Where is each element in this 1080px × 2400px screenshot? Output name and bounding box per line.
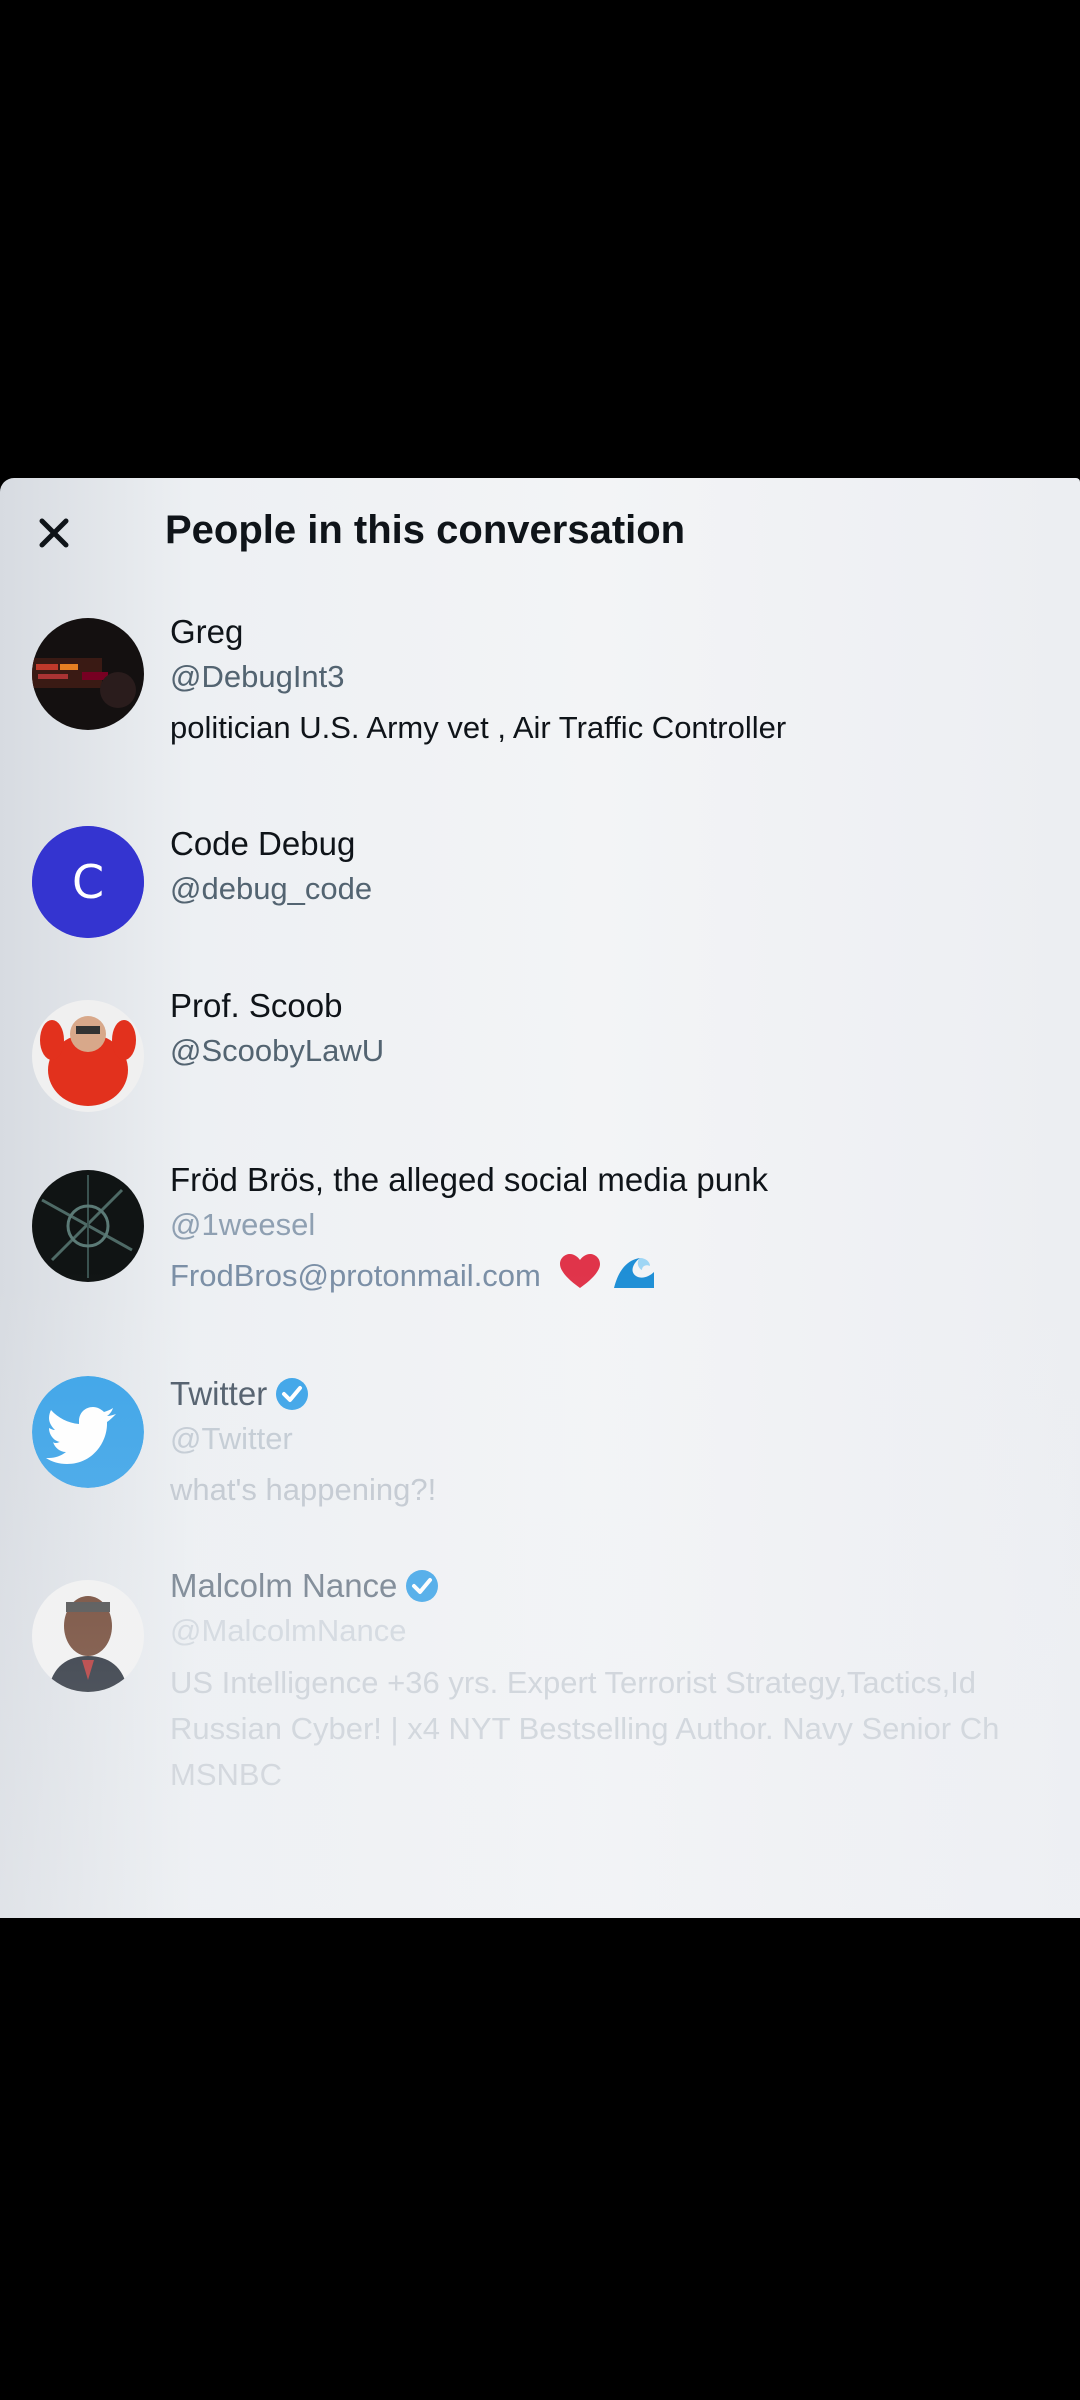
display-name: Prof. Scoob bbox=[170, 987, 343, 1024]
page-title: People in this conversation bbox=[165, 508, 686, 552]
username: @ScoobyLawU bbox=[170, 1033, 385, 1068]
person-info: Twitter @Twitter what's happening?! bbox=[170, 1372, 1080, 1512]
person-row-prof-scoob[interactable]: Prof. Scoob @ScoobyLawU bbox=[0, 987, 1080, 1130]
verified-badge-icon bbox=[406, 1570, 439, 1602]
person-row-code-debug[interactable]: C Code Debug @debug_code bbox=[0, 825, 1080, 956]
verified-badge-icon bbox=[276, 1378, 309, 1410]
person-row-twitter[interactable]: Twitter @Twitter what's happening?! bbox=[0, 1375, 1080, 1556]
avatar[interactable] bbox=[32, 1170, 144, 1282]
avatar[interactable]: C bbox=[32, 826, 144, 938]
username: @1weesel bbox=[170, 1207, 316, 1242]
display-name: Code Debug bbox=[170, 825, 356, 862]
username: @debug_code bbox=[170, 871, 373, 906]
wave-icon bbox=[612, 1254, 656, 1302]
person-info: Greg @DebugInt3 politician U.S. Army vet… bbox=[170, 610, 1080, 750]
username: @MalcolmNance bbox=[170, 1613, 407, 1648]
avatar[interactable] bbox=[32, 1000, 144, 1112]
avatar[interactable] bbox=[32, 618, 144, 730]
people-sheet: People in this conversation Greg @DebugI… bbox=[0, 478, 1080, 1918]
bio: US Intelligence +36 yrs. Expert Terroris… bbox=[170, 1665, 1000, 1792]
bio: what's happening?! bbox=[170, 1472, 437, 1507]
bio: politician U.S. Army vet , Air Traffic C… bbox=[170, 710, 787, 745]
person-row-greg[interactable]: Greg @DebugInt3 politician U.S. Army vet… bbox=[0, 613, 1080, 808]
person-info: Malcolm Nance @MalcolmNance US Intellige… bbox=[170, 1564, 1080, 1798]
close-icon bbox=[39, 518, 69, 548]
display-name: Malcolm Nance bbox=[170, 1564, 1080, 1608]
bio: FrodBros@protonmail.com bbox=[170, 1254, 1080, 1302]
username: @Twitter bbox=[170, 1421, 293, 1456]
sheet-header: People in this conversation bbox=[0, 478, 1080, 588]
red-heart-icon bbox=[559, 1254, 600, 1302]
person-row-malcolm-nance[interactable]: Malcolm Nance @MalcolmNance US Intellige… bbox=[0, 1567, 1080, 1812]
close-button[interactable] bbox=[30, 508, 80, 558]
username: @DebugInt3 bbox=[170, 659, 345, 694]
person-row-frod-bros[interactable]: Fröd Brös, the alleged social media punk… bbox=[0, 1161, 1080, 1350]
avatar[interactable] bbox=[32, 1376, 144, 1488]
person-info: Prof. Scoob @ScoobyLawU bbox=[170, 984, 1080, 1074]
display-name: Twitter bbox=[170, 1372, 1080, 1416]
avatar[interactable] bbox=[32, 1580, 144, 1692]
display-name: Fröd Brös, the alleged social media punk bbox=[170, 1161, 768, 1198]
person-info: Fröd Brös, the alleged social media punk… bbox=[170, 1158, 1080, 1302]
avatar-letter: C bbox=[71, 855, 105, 909]
display-name: Greg bbox=[170, 613, 244, 650]
person-info: Code Debug @debug_code bbox=[170, 822, 1080, 912]
